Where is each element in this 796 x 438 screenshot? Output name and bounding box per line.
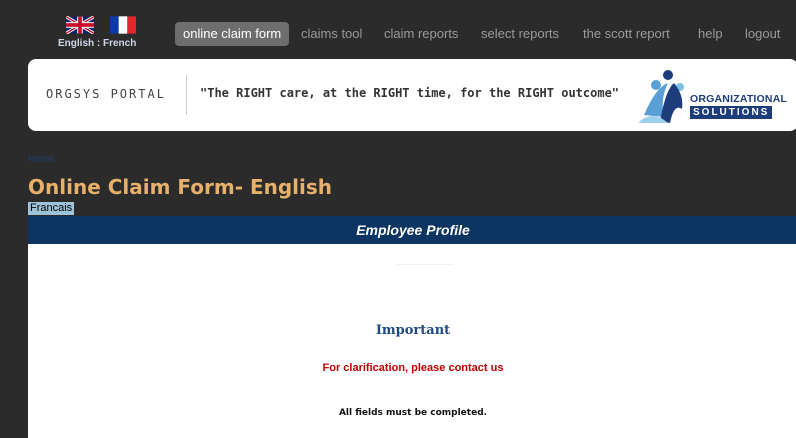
top-bar: English : French online claim form claim… [0,0,796,58]
section-title: Employee Profile [356,222,470,238]
nav-claims-tool[interactable]: claims tool [301,22,362,46]
employee-profile-header: Employee Profile [28,216,796,244]
tagline: "The RIGHT care, at the RIGHT time, for … [200,86,620,100]
language-label: English : French [58,38,137,49]
fields-note: All fields must be completed. [338,408,488,418]
portal-label: ORGSYS PORTAL [46,87,166,101]
nav-online-claim-form[interactable]: online claim form [175,22,290,46]
nav-logout[interactable]: logout [745,22,780,46]
nav-claim-reports[interactable]: claim reports [384,22,458,46]
clarification-text: For clarification, please contact us [322,362,504,374]
form-content: Important For clarification, please cont… [28,244,796,438]
banner-divider [186,75,187,115]
language-switch[interactable]: English : French [58,16,154,56]
portal-banner: ORGSYS PORTAL "The RIGHT care, at the RI… [28,59,796,131]
logo-text-organizational: ORGANIZATIONAL [690,93,788,105]
francais-link[interactable]: Francais [28,202,75,215]
nav-help[interactable]: help [698,22,723,46]
home-link[interactable]: Home [28,154,55,165]
divider-line [396,264,454,265]
uk-flag-icon[interactable] [66,16,94,34]
important-heading: Important [375,323,451,338]
nav-select-reports[interactable]: select reports [481,22,559,46]
company-logo: ORGANIZATIONAL SOLUTIONS [634,63,796,129]
people-logo-icon [638,70,684,123]
france-flag-icon[interactable] [110,16,136,34]
page-title: Online Claim Form- English [28,175,333,199]
nav-the-scott-report[interactable]: the scott report [583,22,670,46]
logo-text-solutions: SOLUTIONS [690,106,773,119]
